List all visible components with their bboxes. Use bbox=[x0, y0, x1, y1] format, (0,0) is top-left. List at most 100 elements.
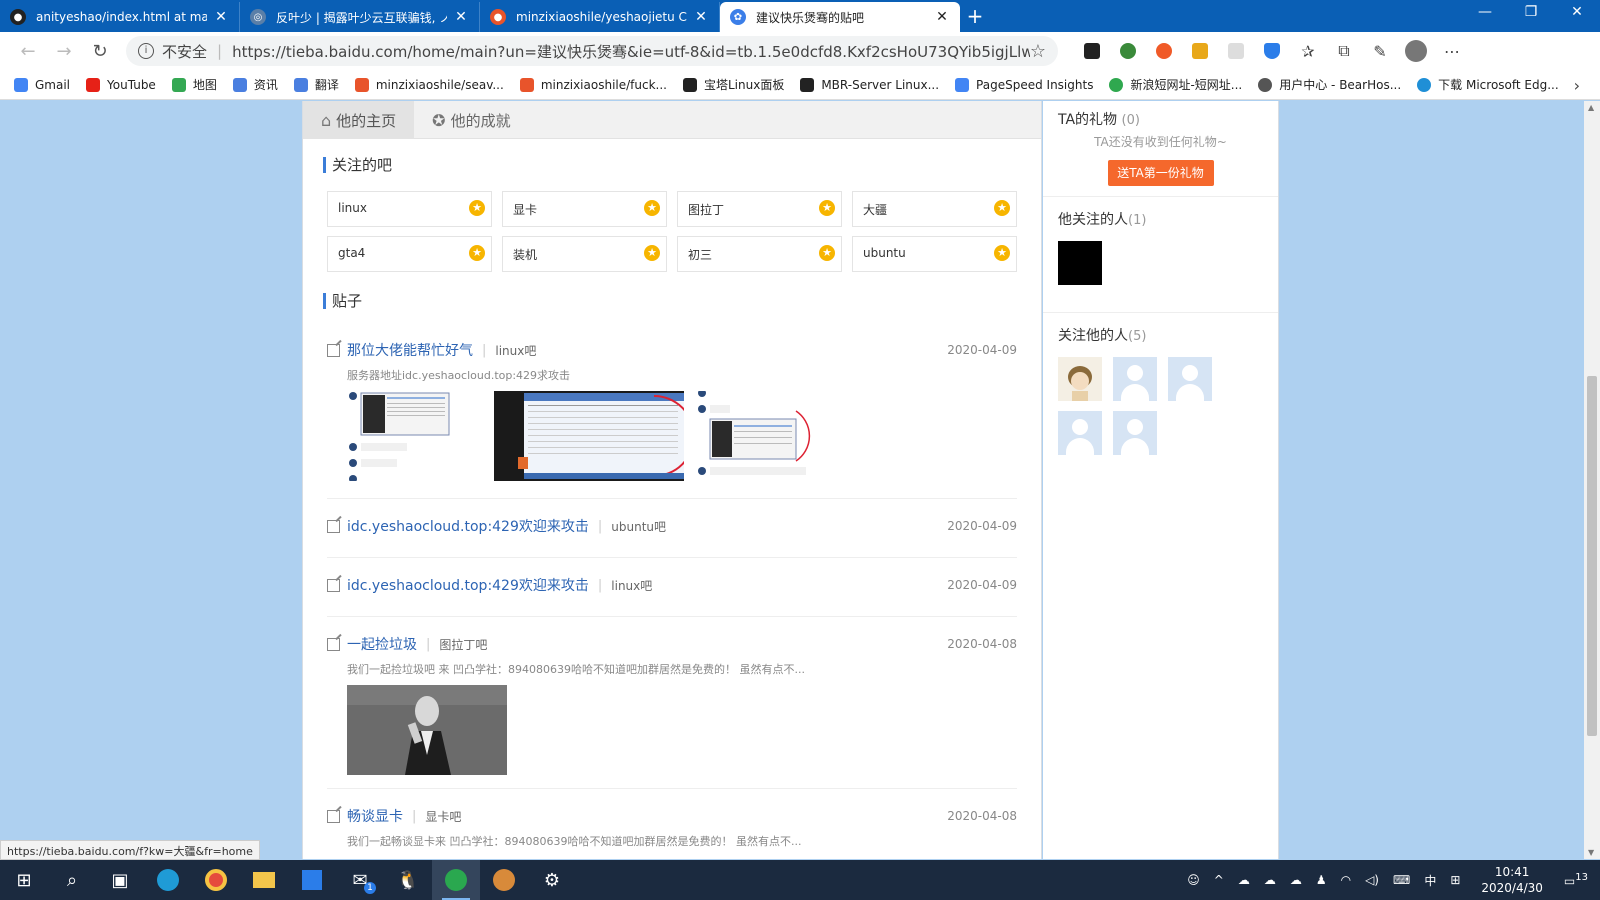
file-explorer-icon[interactable] bbox=[240, 860, 288, 900]
qq-icon[interactable]: 🐧 bbox=[384, 860, 432, 900]
star-icon[interactable]: ★ bbox=[994, 245, 1010, 261]
chevron-up-icon[interactable]: ^ bbox=[1214, 873, 1224, 887]
start-button[interactable]: ⊞ bbox=[0, 860, 48, 900]
bar-item[interactable]: 显卡 ★ bbox=[502, 191, 667, 227]
bar-item[interactable]: 大疆 ★ bbox=[852, 191, 1017, 227]
settings-icon[interactable]: ⚙ bbox=[528, 860, 576, 900]
bookmark-seav[interactable]: minzixiaoshile/seav... bbox=[354, 77, 504, 92]
post-bar-link[interactable]: ubuntu吧 bbox=[611, 518, 666, 535]
back-button[interactable]: ← bbox=[10, 41, 46, 62]
bookmark-maps[interactable]: 地图 bbox=[171, 76, 217, 93]
bar-item[interactable]: 装机 ★ bbox=[502, 236, 667, 272]
bookmark-gmail[interactable]: Gmail bbox=[14, 77, 70, 92]
refresh-button[interactable]: ↻ bbox=[82, 41, 118, 62]
feedback-icon[interactable]: ✎ bbox=[1362, 39, 1398, 63]
page-scrollbar[interactable]: ▲ ▼ bbox=[1584, 101, 1600, 859]
tab-fanyeshao[interactable]: ◎ 反叶少 | 揭露叶少云互联骗钱, ノ ✕ bbox=[240, 2, 480, 32]
bookmark-bt-panel[interactable]: 宝塔Linux面板 bbox=[682, 76, 784, 93]
bookmark-fuck[interactable]: minzixiaoshile/fuck... bbox=[519, 77, 667, 92]
chevron-right-icon[interactable]: › bbox=[1574, 76, 1580, 95]
post-title-link[interactable]: 一起捡垃圾 bbox=[347, 634, 417, 654]
wifi-icon[interactable]: ◠ bbox=[1341, 873, 1351, 887]
post-bar-link[interactable]: 图拉丁吧 bbox=[439, 636, 487, 653]
clock[interactable]: 10:41 2020/4/30 bbox=[1481, 864, 1543, 896]
bar-item[interactable]: 图拉丁 ★ bbox=[677, 191, 842, 227]
qq-tray-icon[interactable]: ♟ bbox=[1316, 873, 1327, 887]
bar-item[interactable]: 初三 ★ bbox=[677, 236, 842, 272]
post-title-link[interactable]: idc.yeshaocloud.top:429欢迎来攻击 bbox=[347, 516, 589, 536]
star-icon[interactable]: ★ bbox=[644, 200, 660, 216]
close-icon[interactable]: ✕ bbox=[453, 9, 469, 25]
bookmark-youtube[interactable]: YouTube bbox=[86, 77, 156, 92]
scroll-up-icon[interactable]: ▲ bbox=[1588, 103, 1594, 112]
star-icon[interactable]: ★ bbox=[819, 245, 835, 261]
extension-icon[interactable] bbox=[1074, 39, 1110, 63]
avatar[interactable] bbox=[1113, 411, 1157, 455]
edge-dev-icon[interactable] bbox=[432, 860, 480, 900]
extension-icon[interactable] bbox=[1110, 39, 1146, 63]
post-title-link[interactable]: 畅谈显卡 bbox=[347, 806, 403, 826]
send-gift-button[interactable]: 送TA第一份礼物 bbox=[1107, 160, 1214, 186]
app-icon[interactable] bbox=[480, 860, 528, 900]
bar-item[interactable]: ubuntu ★ bbox=[852, 236, 1017, 272]
address-bar[interactable]: i 不安全 | https://tieba.baidu.com/home/mai… bbox=[126, 36, 1058, 66]
avatar[interactable] bbox=[1058, 241, 1102, 285]
tab-cdn[interactable]: ● minzixiaoshile/yeshaojietu CDN ✕ bbox=[480, 2, 720, 32]
task-view-icon[interactable]: ▣ bbox=[96, 860, 144, 900]
favorites-icon[interactable]: ✰ bbox=[1290, 39, 1326, 63]
people-icon[interactable]: ☺ bbox=[1187, 873, 1200, 887]
bookmark-edge[interactable]: 下载 Microsoft Edg... bbox=[1417, 76, 1559, 93]
bookmark-news[interactable]: 资讯 bbox=[232, 76, 278, 93]
star-icon[interactable]: ★ bbox=[469, 245, 485, 261]
avatar[interactable] bbox=[1168, 357, 1212, 401]
post-bar-link[interactable]: linux吧 bbox=[495, 342, 536, 359]
scrollbar-thumb[interactable] bbox=[1587, 376, 1597, 736]
bar-item[interactable]: gta4 ★ bbox=[327, 236, 492, 272]
extension-icon[interactable] bbox=[1182, 39, 1218, 63]
ime-grid-icon[interactable]: ⊞ bbox=[1450, 873, 1460, 887]
scroll-down-icon[interactable]: ▼ bbox=[1588, 848, 1594, 857]
screenshot-thumbnail[interactable] bbox=[494, 391, 684, 481]
post-bar-link[interactable]: 显卡吧 bbox=[425, 808, 461, 825]
tab-achievements[interactable]: ✪ 他的成就 bbox=[414, 101, 528, 139]
screenshot-thumbnail[interactable] bbox=[347, 391, 482, 481]
more-icon[interactable]: ⋯ bbox=[1434, 39, 1470, 63]
star-icon[interactable]: ☆ bbox=[1030, 41, 1046, 62]
collections-icon[interactable]: ⧉ bbox=[1326, 39, 1362, 63]
bookmark-pagespeed[interactable]: PageSpeed Insights bbox=[955, 77, 1093, 92]
edge-icon[interactable] bbox=[144, 860, 192, 900]
extension-icon[interactable] bbox=[1218, 39, 1254, 63]
star-icon[interactable]: ★ bbox=[819, 200, 835, 216]
bookmark-mbr[interactable]: MBR-Server Linux... bbox=[800, 77, 939, 92]
profile-icon[interactable] bbox=[1398, 39, 1434, 63]
notification-icon[interactable]: ▭13 bbox=[1564, 872, 1588, 888]
minimize-button[interactable]: — bbox=[1462, 0, 1508, 24]
avatar[interactable] bbox=[1113, 357, 1157, 401]
onedrive-icon[interactable]: ☁ bbox=[1238, 873, 1250, 887]
screenshot-thumbnail[interactable] bbox=[696, 391, 831, 481]
avatar[interactable] bbox=[1058, 411, 1102, 455]
star-icon[interactable]: ★ bbox=[644, 245, 660, 261]
store-icon[interactable] bbox=[288, 860, 336, 900]
restore-button[interactable]: ❐ bbox=[1508, 0, 1554, 24]
star-icon[interactable]: ★ bbox=[469, 200, 485, 216]
shield-icon[interactable] bbox=[1254, 39, 1290, 63]
avatar[interactable] bbox=[1058, 357, 1102, 401]
close-icon[interactable]: ✕ bbox=[213, 9, 229, 25]
bookmark-translate[interactable]: 翻译 bbox=[293, 76, 339, 93]
onedrive-icon[interactable]: ☁ bbox=[1264, 873, 1276, 887]
keyboard-icon[interactable]: ⌨ bbox=[1393, 873, 1410, 887]
onedrive-icon[interactable]: ☁ bbox=[1290, 873, 1302, 887]
mail-icon[interactable]: ✉ 1 bbox=[336, 860, 384, 900]
tab-github[interactable]: ● anityeshao/index.html at master ✕ bbox=[0, 2, 240, 32]
ime-indicator[interactable]: 中 bbox=[1424, 872, 1436, 889]
url-text[interactable]: https://tieba.baidu.com/home/main?un=建议快… bbox=[232, 41, 1030, 62]
chrome-icon[interactable] bbox=[192, 860, 240, 900]
post-title-link[interactable]: 那位大佬能帮忙好气 bbox=[347, 340, 473, 360]
volume-icon[interactable]: ◁) bbox=[1365, 873, 1379, 887]
close-icon[interactable]: ✕ bbox=[693, 9, 709, 25]
close-window-button[interactable]: ✕ bbox=[1554, 0, 1600, 24]
photo-thumbnail[interactable] bbox=[347, 685, 507, 775]
star-icon[interactable]: ★ bbox=[994, 200, 1010, 216]
bar-item[interactable]: linux ★ bbox=[327, 191, 492, 227]
